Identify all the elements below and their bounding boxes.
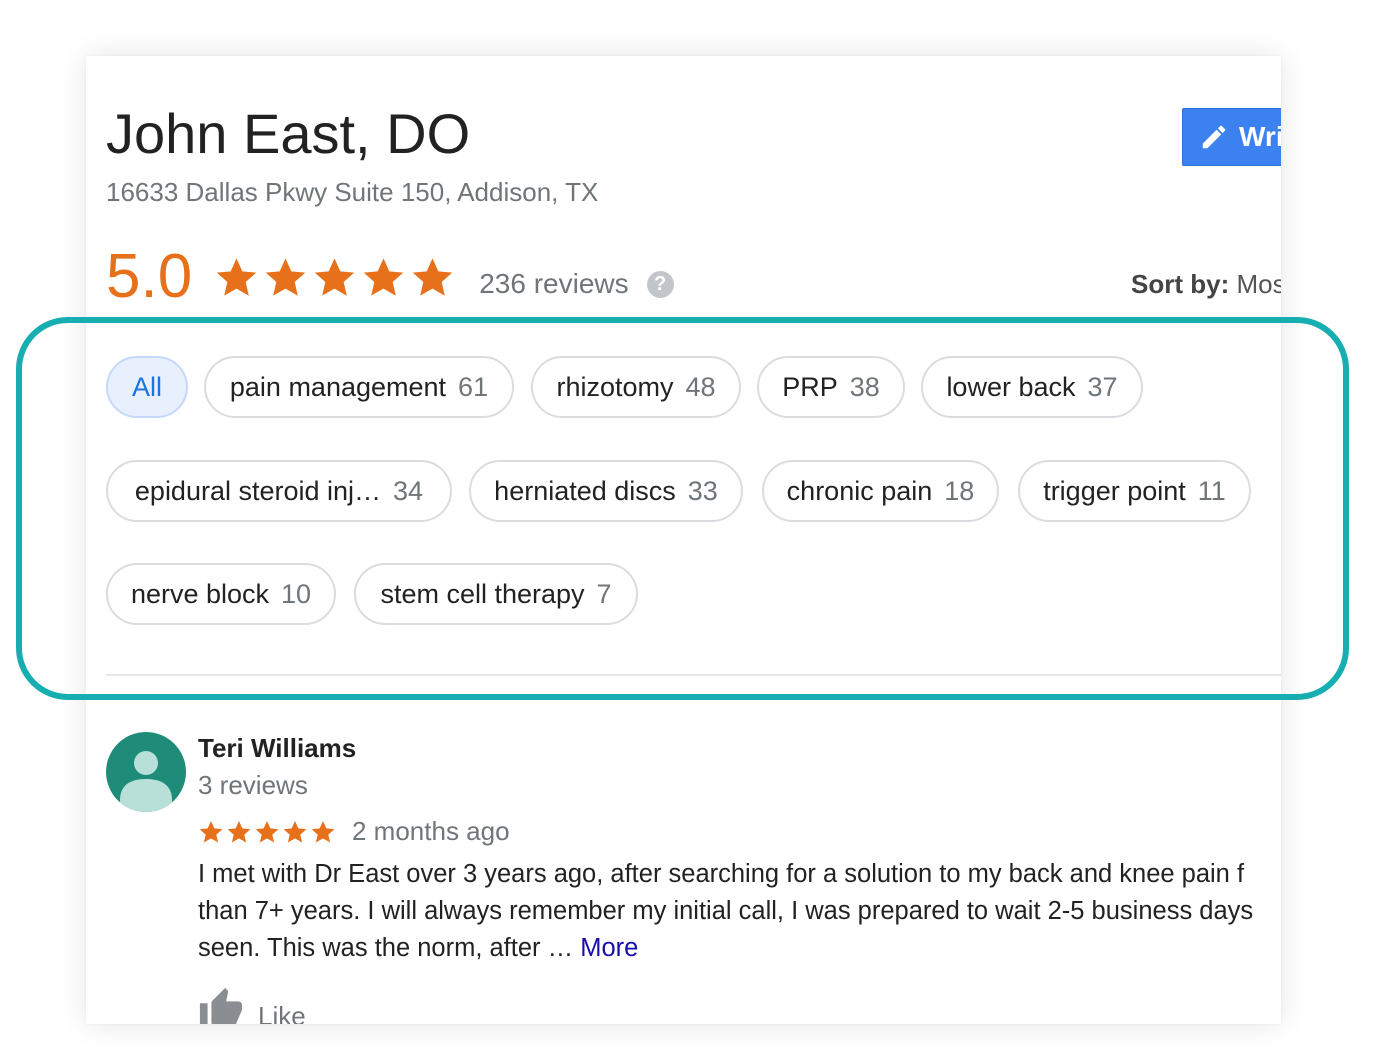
- topic-chip-label: pain management: [229, 371, 447, 402]
- sort-label: Sort by:: [1131, 269, 1230, 299]
- topic-chip-count: 7: [596, 578, 612, 609]
- topic-chip-label: PRP: [782, 371, 838, 402]
- rating-stars: [214, 255, 455, 300]
- business-name: John East, DO: [106, 102, 471, 165]
- divider: [106, 674, 1281, 676]
- topic-chip-all[interactable]: All: [106, 356, 188, 418]
- topic-chip-chronic-pain[interactable]: chronic pain 18: [762, 460, 999, 522]
- topic-chip-count: 61: [458, 371, 489, 402]
- topic-chip-label: All: [131, 371, 162, 402]
- review-text: I met with Dr East over 3 years ago, aft…: [198, 856, 1281, 967]
- topic-chip-prp[interactable]: PRP 38: [757, 356, 905, 418]
- topic-chip-label: nerve block: [130, 578, 270, 609]
- topic-chip-count: 18: [944, 475, 975, 506]
- reviewer-name[interactable]: Teri Williams: [198, 733, 356, 764]
- topic-chip-label: chronic pain: [786, 475, 933, 506]
- topic-chip-count: 33: [687, 475, 718, 506]
- write-review-label: Wri: [1239, 121, 1281, 152]
- rating-value: 5.0: [106, 242, 193, 311]
- page: John East, DO 16633 Dallas Pkwy Suite 15…: [0, 0, 1383, 1056]
- reviews-panel: John East, DO 16633 Dallas Pkwy Suite 15…: [86, 56, 1281, 1024]
- review-text-line: than 7+ years. I will always remember my…: [198, 897, 1254, 925]
- reviewer-avatar[interactable]: [106, 732, 186, 812]
- star-icon: [311, 820, 335, 843]
- write-review-button[interactable]: Wri: [1182, 108, 1281, 166]
- star-icon: [227, 820, 251, 843]
- thumbs-up-icon: [199, 987, 243, 1024]
- review-text-line: I met with Dr East over 3 years ago, aft…: [198, 860, 1245, 888]
- help-icon[interactable]: ?: [646, 270, 674, 298]
- topic-chip-trigger-point[interactable]: trigger point 11: [1018, 460, 1251, 522]
- topic-chip-count: 37: [1087, 371, 1118, 402]
- topic-chip-label: trigger point: [1043, 475, 1186, 506]
- topic-chip-count: 10: [281, 578, 312, 609]
- topic-chip-herniated-discs[interactable]: herniated discs 33: [469, 460, 743, 522]
- topic-chip-count: 11: [1197, 475, 1226, 506]
- topic-chip-rhizotomy[interactable]: rhizotomy 48: [531, 356, 741, 418]
- topic-chip-lower-back[interactable]: lower back 37: [921, 356, 1143, 418]
- topic-chip-stem-cell-therapy[interactable]: stem cell therapy 7: [354, 563, 638, 625]
- topic-chip-label: herniated discs: [494, 475, 676, 506]
- review-meta: 2 months ago: [198, 816, 510, 847]
- star-icon: [217, 257, 257, 296]
- star-icon: [413, 257, 453, 296]
- person-icon: [120, 751, 172, 812]
- pencil-icon: [1202, 125, 1226, 149]
- topic-chip-label: rhizotomy: [556, 371, 674, 402]
- sort-control[interactable]: Sort by: Mos: [1131, 269, 1281, 300]
- topic-chip-label: epidural steroid inj…: [134, 475, 382, 506]
- more-link[interactable]: More: [580, 934, 638, 962]
- star-icon: [283, 820, 307, 843]
- topic-chip-nerve-block[interactable]: nerve block 10: [106, 563, 336, 625]
- topic-chip-epidural-steroid-inj[interactable]: epidural steroid inj… 34: [106, 460, 452, 522]
- review-date: 2 months ago: [352, 816, 510, 846]
- like-label: Like: [258, 1001, 306, 1024]
- business-address: 16633 Dallas Pkwy Suite 150, Addison, TX: [106, 177, 599, 207]
- topic-chip-pain-management[interactable]: pain management 61: [204, 356, 514, 418]
- review-text-tail: seen. This was the norm, after …: [198, 934, 581, 962]
- topic-chip-count: 48: [685, 371, 716, 402]
- topic-chip-count: 34: [393, 475, 424, 506]
- review-text-line: seen. This was the norm, after … More: [198, 930, 1281, 967]
- rating-summary: 5.0 236 reviews ?: [106, 242, 674, 312]
- star-icon: [266, 257, 306, 296]
- star-icon: [255, 820, 279, 843]
- star-icon: [364, 257, 404, 296]
- review-stars: [198, 819, 336, 845]
- topic-chip-count: 38: [849, 371, 880, 402]
- like-button[interactable]: Like: [198, 986, 306, 1024]
- star-icon: [315, 257, 355, 296]
- review-count-link[interactable]: 236 reviews: [479, 268, 628, 300]
- topic-chip-label: stem cell therapy: [380, 578, 585, 609]
- star-icon: [199, 820, 223, 843]
- reviewer-review-count: 3 reviews: [198, 770, 308, 800]
- topic-chip-label: lower back: [946, 371, 1076, 402]
- sort-value: Mos: [1236, 269, 1281, 299]
